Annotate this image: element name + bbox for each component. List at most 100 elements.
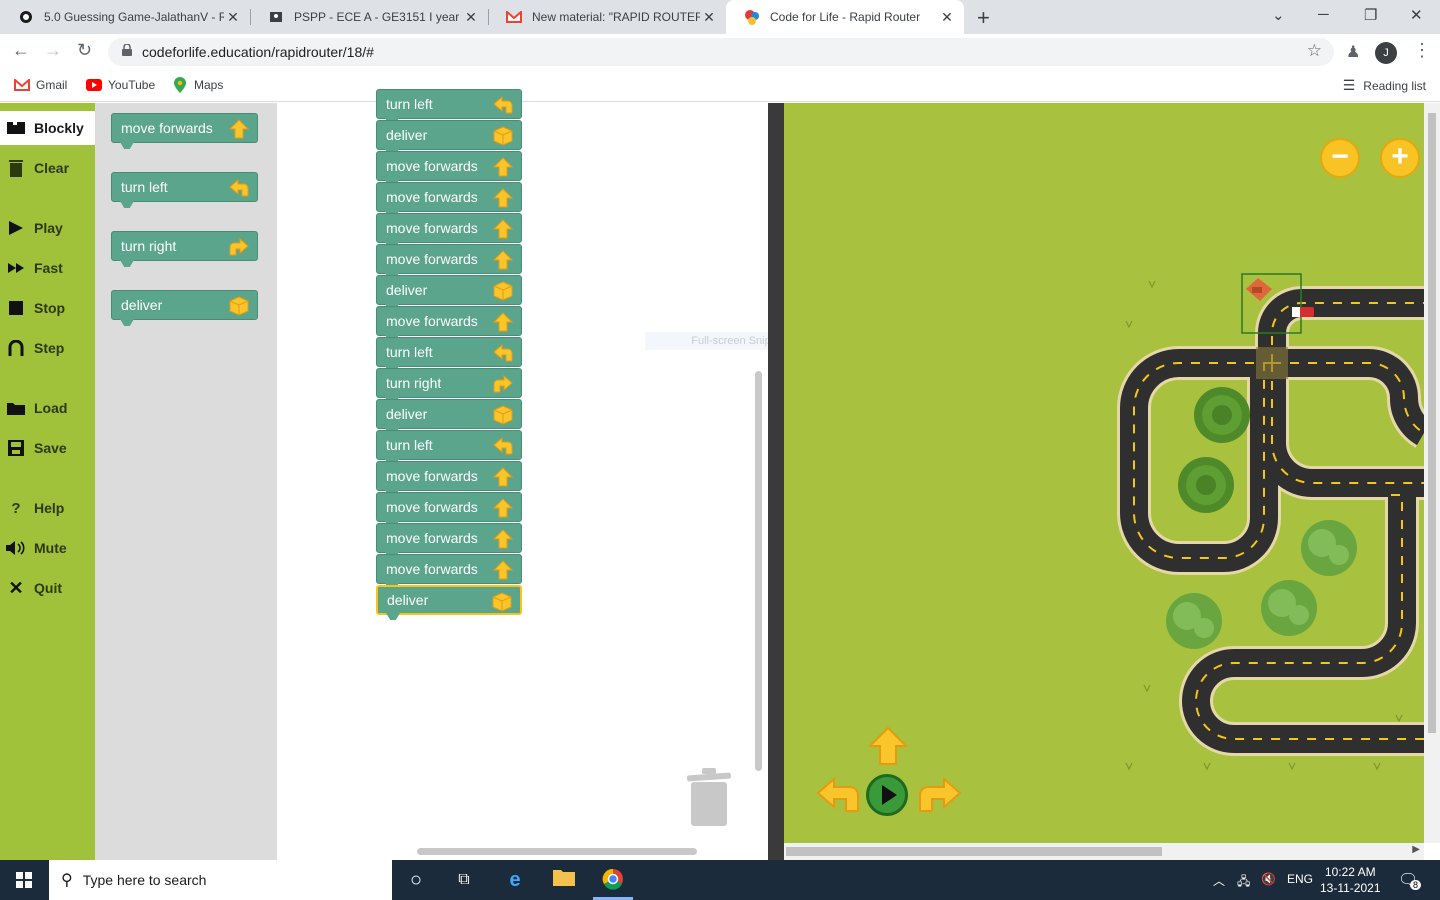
- code-block[interactable]: move forwards: [111, 113, 258, 143]
- van-icon: [1292, 307, 1314, 317]
- edge-icon[interactable]: e: [503, 868, 527, 892]
- tree-icon: [1194, 387, 1250, 443]
- code-block[interactable]: move forwards: [376, 306, 522, 336]
- menu-fast[interactable]: Fast: [0, 251, 95, 285]
- code-block[interactable]: deliver: [376, 399, 522, 429]
- maps-pin-icon: [172, 77, 188, 93]
- map-horizontal-scrollbar[interactable]: ▶: [784, 843, 1424, 860]
- workspace-vertical-scrollbar[interactable]: [755, 371, 762, 771]
- code-block[interactable]: deliver: [111, 290, 258, 320]
- address-bar[interactable]: codeforlife.education/rapidrouter/18/# ☆: [108, 38, 1334, 66]
- map-vertical-scrollbar[interactable]: [1424, 103, 1440, 843]
- block-label: deliver: [121, 297, 163, 313]
- browser-tab-active[interactable]: Code for Life - Rapid Router ✕: [726, 0, 964, 34]
- menu-step[interactable]: Step: [0, 331, 95, 365]
- taskbar-clock[interactable]: 10:22 AM 13-11-2021: [1320, 864, 1381, 896]
- bookmark-gmail[interactable]: Gmail: [14, 77, 67, 93]
- cortana-icon[interactable]: ○: [404, 868, 428, 892]
- bookmark-youtube[interactable]: YouTube: [86, 77, 155, 93]
- minimize-icon[interactable]: ─: [1318, 6, 1329, 23]
- restore-icon[interactable]: ❐: [1364, 6, 1377, 24]
- quit-x-icon: ✕: [8, 577, 24, 598]
- bookmark-label: YouTube: [108, 78, 156, 92]
- tray-chevron-icon[interactable]: ︿: [1213, 872, 1225, 889]
- code-block[interactable]: move forwards: [376, 151, 522, 181]
- browser-tab[interactable]: PSPP - ECE A - GE3151 I year ECE ✕: [250, 0, 488, 34]
- left-arrow-icon: [229, 178, 249, 198]
- close-icon[interactable]: ✕: [938, 9, 956, 26]
- windows-start-icon[interactable]: [0, 860, 48, 900]
- scroll-right-icon[interactable]: ▶: [1412, 844, 1420, 855]
- code-block[interactable]: move forwards: [376, 492, 522, 522]
- code-block[interactable]: deliver: [376, 120, 522, 150]
- drive-forward-arrow-icon[interactable]: [868, 726, 908, 766]
- menu-load[interactable]: Load: [0, 391, 95, 425]
- code-block[interactable]: turn left: [376, 337, 522, 367]
- back-icon[interactable]: ←: [12, 40, 30, 61]
- reading-list-button[interactable]: ☰ Reading list: [1343, 77, 1426, 94]
- close-window-icon[interactable]: ✕: [1410, 6, 1423, 24]
- code-block[interactable]: turn right: [111, 231, 258, 261]
- bookmark-star-icon[interactable]: ☆: [1307, 41, 1322, 61]
- close-icon[interactable]: ✕: [700, 9, 718, 26]
- bush-icon: [1261, 580, 1317, 636]
- reload-icon[interactable]: ↻: [77, 40, 92, 61]
- code-block[interactable]: move forwards: [376, 554, 522, 584]
- code-block[interactable]: move forwards: [376, 213, 522, 243]
- network-icon[interactable]: 🖧: [1237, 872, 1250, 893]
- code-block[interactable]: move forwards: [376, 523, 522, 553]
- code-block[interactable]: move forwards: [376, 182, 522, 212]
- zoom-in-button[interactable]: +: [1380, 138, 1420, 178]
- more-menu-icon[interactable]: ⋮: [1413, 40, 1431, 61]
- taskbar-search-box[interactable]: ⚲ Type here to search: [49, 860, 392, 900]
- code-block[interactable]: turn left: [376, 89, 522, 119]
- menu-blockly[interactable]: Blockly: [0, 111, 95, 145]
- tab-title: Code for Life - Rapid Router: [770, 10, 921, 24]
- step-icon: [6, 338, 26, 358]
- code-block[interactable]: move forwards: [376, 244, 522, 274]
- menu-help[interactable]: ? Help: [0, 491, 95, 525]
- menu-mute[interactable]: Mute: [0, 531, 95, 565]
- zoom-out-button[interactable]: −: [1320, 138, 1360, 178]
- volume-muted-icon[interactable]: 🔇: [1261, 872, 1276, 886]
- chrome-icon[interactable]: [601, 868, 625, 892]
- menu-quit[interactable]: ✕ Quit: [0, 571, 95, 605]
- code-block[interactable]: deliver: [376, 585, 522, 615]
- forward-icon[interactable]: →: [44, 40, 62, 61]
- menu-stop[interactable]: Stop: [0, 291, 95, 325]
- play-icon: [882, 785, 897, 805]
- drive-go-button[interactable]: [866, 774, 908, 816]
- browser-tab[interactable]: New material: "RAPID ROUTER LE ✕: [488, 0, 726, 34]
- browser-tab[interactable]: 5.0 Guessing Game-JalathanV - R ✕: [0, 0, 250, 34]
- code-block[interactable]: deliver: [376, 275, 522, 305]
- search-icon: ⚲: [61, 872, 73, 889]
- block-label: deliver: [386, 282, 428, 298]
- close-icon[interactable]: ✕: [462, 9, 480, 26]
- drive-left-arrow-icon[interactable]: [816, 775, 860, 815]
- new-tab-icon[interactable]: +: [977, 5, 990, 31]
- code-block[interactable]: turn right: [376, 368, 522, 398]
- drive-right-arrow-icon[interactable]: [918, 775, 962, 815]
- block-label: turn left: [121, 179, 168, 195]
- profile-avatar[interactable]: J: [1375, 42, 1397, 64]
- blockly-workspace[interactable]: turn left deliver move forwards move forwar…: [277, 89, 768, 860]
- menu-save[interactable]: Save: [0, 431, 95, 465]
- menu-clear[interactable]: Clear: [0, 151, 95, 185]
- task-view-icon[interactable]: ⧉: [452, 868, 476, 892]
- windows-taskbar: ⚲ Type here to search ○ ⧉ e ︿ 🖧 🔇 ENG 10…: [0, 860, 1440, 900]
- workspace-trash-icon[interactable]: [687, 768, 731, 826]
- language-indicator[interactable]: ENG: [1287, 872, 1313, 886]
- workspace-horizontal-scrollbar[interactable]: [417, 848, 697, 855]
- reading-list-label: Reading list: [1363, 78, 1426, 93]
- code-block[interactable]: move forwards: [376, 461, 522, 491]
- tab-search-icon[interactable]: ⌄: [1272, 6, 1285, 24]
- menu-play[interactable]: Play: [0, 211, 95, 245]
- code-block[interactable]: turn left: [111, 172, 258, 202]
- bookmark-maps[interactable]: Maps: [172, 77, 223, 93]
- box-icon: [493, 281, 513, 301]
- code-block[interactable]: turn left: [376, 430, 522, 460]
- panel-divider[interactable]: [768, 103, 784, 860]
- file-explorer-icon[interactable]: [552, 868, 576, 892]
- close-icon[interactable]: ✕: [224, 9, 242, 26]
- extension-icon[interactable]: ♟: [1346, 42, 1360, 62]
